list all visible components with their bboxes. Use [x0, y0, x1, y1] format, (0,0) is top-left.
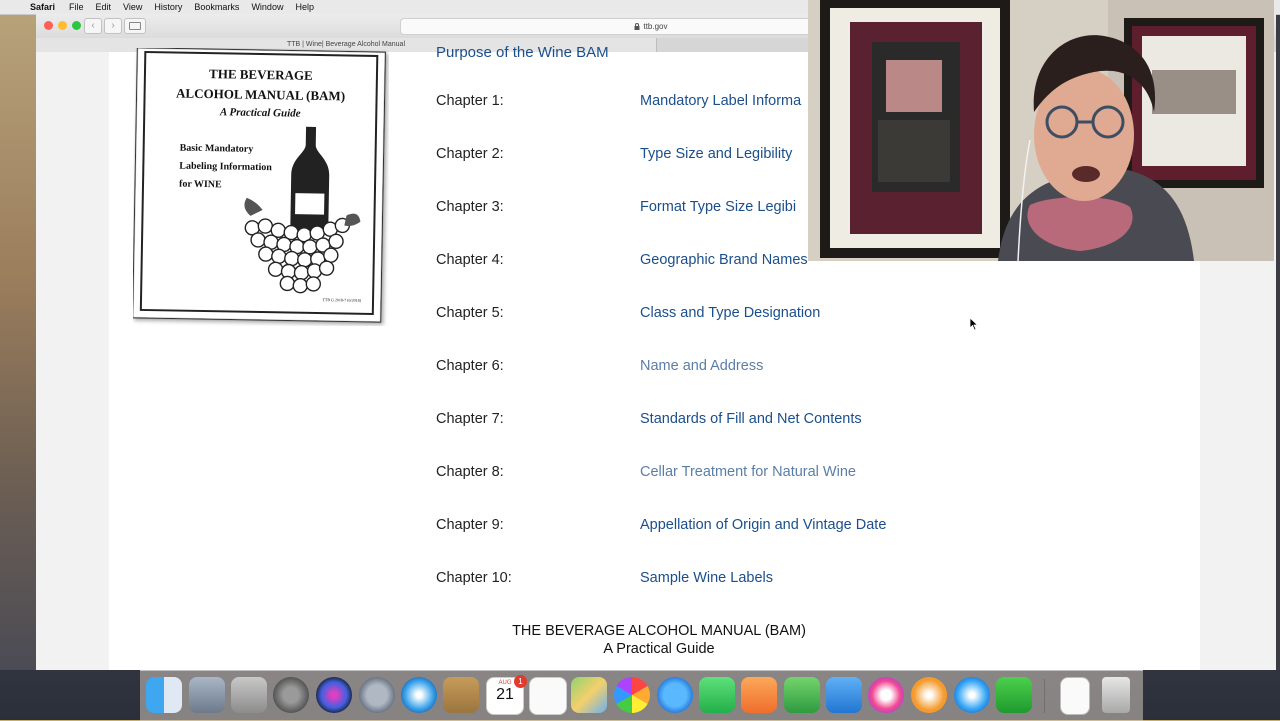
chapter-number: Chapter 3:: [436, 199, 504, 215]
menu-help[interactable]: Help: [295, 2, 314, 12]
menu-history[interactable]: History: [154, 2, 182, 12]
ibooks-icon[interactable]: [911, 677, 947, 713]
window-controls: [44, 21, 81, 30]
numbers-icon[interactable]: [784, 677, 820, 713]
book-desc-line3: for WINE: [179, 179, 222, 191]
launchpad-icon[interactable]: [359, 677, 395, 713]
dock: AUG 21 1: [140, 670, 1143, 721]
contacts-icon[interactable]: [443, 677, 479, 713]
fullscreen-window-button[interactable]: [72, 21, 81, 30]
camtasia-icon[interactable]: [996, 677, 1032, 713]
book-title-line1: THE BEVERAGE: [209, 66, 313, 83]
forward-button[interactable]: ›: [104, 18, 122, 34]
chapter-row: Chapter 9: Appellation of Origin and Vin…: [436, 517, 1036, 537]
chapter-link[interactable]: Mandatory Label Informa: [640, 93, 801, 109]
chapter-number: Chapter 1:: [436, 93, 504, 109]
system-preferences-icon[interactable]: [273, 677, 309, 713]
maps-icon[interactable]: [571, 677, 607, 713]
sidebar-toggle-button[interactable]: [124, 18, 146, 34]
chapter-link[interactable]: Format Type Size Legibi: [640, 199, 796, 215]
book-desc-line2: Labeling Information: [179, 161, 272, 174]
keychain-icon[interactable]: [231, 677, 267, 713]
chapter-number: Chapter 9:: [436, 517, 504, 533]
webcam-video-overlay: [808, 0, 1274, 261]
chapter-link[interactable]: Geographic Brand Names: [640, 252, 808, 268]
page-footer-title: THE BEVERAGE ALCOHOL MANUAL (BAM) A Prac…: [499, 622, 819, 658]
bam-book-cover-image: THE BEVERAGE ALCOHOL MANUAL (BAM) A Prac…: [133, 48, 386, 323]
chapter-row: Chapter 5: Class and Type Designation: [436, 305, 1036, 325]
book-title-line2: ALCOHOL MANUAL (BAM): [176, 86, 345, 104]
chapter-number: Chapter 4:: [436, 252, 504, 268]
menu-edit[interactable]: Edit: [96, 2, 112, 12]
chapter-link[interactable]: Cellar Treatment for Natural Wine: [640, 464, 856, 480]
menu-view[interactable]: View: [123, 2, 142, 12]
chapter-link[interactable]: Standards of Fill and Net Contents: [640, 411, 862, 427]
chapter-row: Chapter 10: Sample Wine Labels: [436, 570, 1036, 590]
chapter-number: Chapter 6:: [436, 358, 504, 374]
reminders-icon[interactable]: [529, 677, 567, 715]
photos-icon[interactable]: [614, 677, 650, 713]
chapter-number: Chapter 8:: [436, 464, 504, 480]
menu-file[interactable]: File: [69, 2, 84, 12]
chapter-number: Chapter 2:: [436, 146, 504, 162]
minimize-window-button[interactable]: [58, 21, 67, 30]
back-button[interactable]: ‹: [84, 18, 102, 34]
chapter-link[interactable]: Name and Address: [640, 358, 763, 374]
menu-window[interactable]: Window: [251, 2, 283, 12]
lock-icon: [634, 23, 640, 30]
keynote-icon[interactable]: [826, 677, 862, 713]
dock-separator: [1044, 679, 1045, 713]
calendar-badge: 1: [514, 675, 527, 688]
close-window-button[interactable]: [44, 21, 53, 30]
mouse-cursor-icon: [969, 317, 979, 331]
book-code: TTB G 2018-7 (6/2018): [322, 297, 361, 303]
chapter-number: Chapter 10:: [436, 570, 512, 586]
safari-icon[interactable]: [401, 677, 437, 713]
chapter-link[interactable]: Appellation of Origin and Vintage Date: [640, 517, 886, 533]
menu-app-name[interactable]: Safari: [30, 2, 55, 12]
chapter-link[interactable]: Type Size and Legibility: [640, 146, 792, 162]
address-text: ttb.gov: [643, 22, 668, 31]
chapter-link[interactable]: Class and Type Designation: [640, 305, 820, 321]
chapter-row: Chapter 8: Cellar Treatment for Natural …: [436, 464, 1036, 484]
book-subtitle: A Practical Guide: [219, 106, 301, 119]
desktop-wallpaper: [0, 14, 36, 670]
documents-icon[interactable]: [1060, 677, 1090, 715]
trash-icon[interactable]: [1102, 677, 1130, 713]
book-desc-line1: Basic Mandatory: [180, 143, 254, 155]
chapter-row: Chapter 7: Standards of Fill and Net Con…: [436, 411, 1036, 431]
siri-icon[interactable]: [316, 677, 352, 713]
messages-icon[interactable]: [657, 677, 693, 713]
footer-title-line1: THE BEVERAGE ALCOHOL MANUAL (BAM): [512, 623, 806, 639]
facetime-icon[interactable]: [699, 677, 735, 713]
app-store-icon[interactable]: [954, 677, 990, 713]
footer-title-line2: A Practical Guide: [603, 641, 715, 657]
finder-icon[interactable]: [146, 677, 182, 713]
pages-icon[interactable]: [741, 677, 777, 713]
preview-icon[interactable]: [189, 677, 225, 713]
chapter-row: Chapter 6: Name and Address: [436, 358, 1036, 378]
chapter-link[interactable]: Sample Wine Labels: [640, 570, 773, 586]
section-heading[interactable]: Purpose of the Wine BAM: [436, 44, 609, 61]
calendar-day: 21: [496, 686, 514, 703]
menu-bookmarks[interactable]: Bookmarks: [194, 2, 239, 12]
chapter-number: Chapter 5:: [436, 305, 504, 321]
itunes-icon[interactable]: [868, 677, 904, 713]
chapter-number: Chapter 7:: [436, 411, 504, 427]
navigation-buttons: ‹ ›: [84, 18, 122, 34]
calendar-icon[interactable]: AUG 21 1: [486, 675, 527, 715]
